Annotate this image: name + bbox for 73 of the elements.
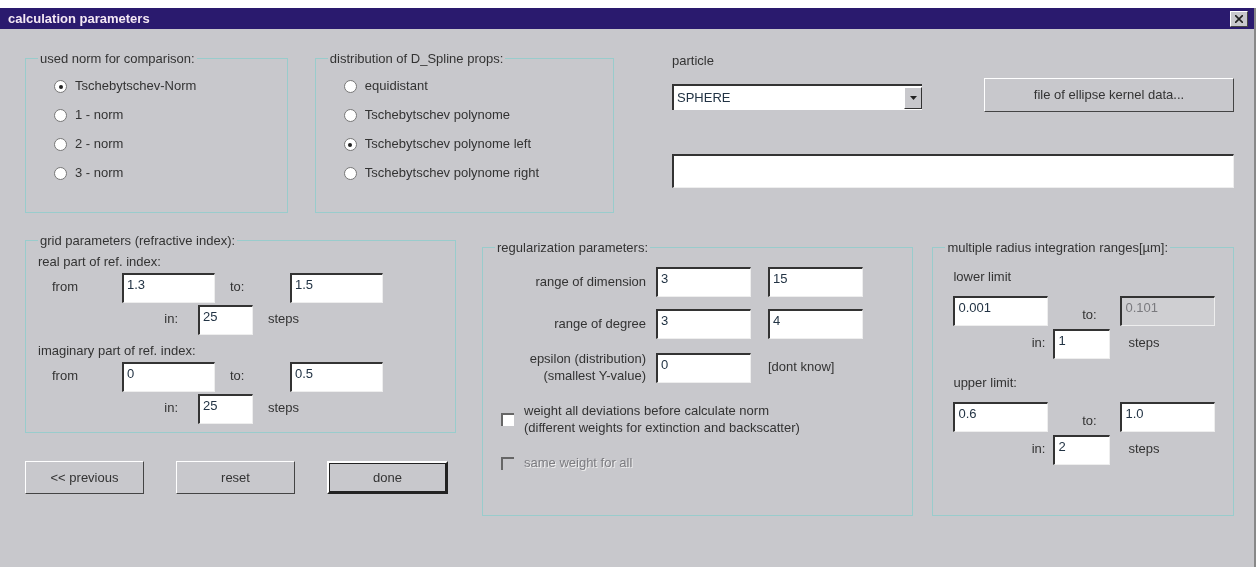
input-field[interactable]: 3: [656, 309, 751, 339]
dropdown[interactable]: SPHERE: [672, 83, 922, 110]
input-field[interactable]: 0.001: [953, 295, 1049, 326]
caret-icon: [909, 95, 917, 100]
input-field[interactable]: 2: [1053, 434, 1111, 465]
field-label: particle: [672, 53, 715, 70]
dialog-button[interactable]: << previous: [25, 461, 144, 494]
radio-button[interactable]: [54, 80, 67, 93]
input-field[interactable]: 25: [198, 304, 253, 335]
close-icon: [1235, 14, 1243, 23]
radio-button[interactable]: [343, 109, 357, 122]
radio-button[interactable]: [343, 80, 357, 93]
section-label: imaginary part of ref. index:: [38, 342, 197, 360]
field-label: steps: [1127, 335, 1161, 353]
group-title: regularization parameters:: [496, 240, 650, 255]
input-field[interactable]: 0: [122, 361, 215, 392]
field-label: in:: [1030, 335, 1047, 353]
field-label: steps: [268, 311, 301, 329]
option-label: Tschebytschev polynome: [364, 107, 511, 124]
radio-button[interactable]: [54, 109, 67, 122]
field-label: in:: [1030, 441, 1047, 459]
checkbox-label: weight all deviations before calculate norm (different weights for extinction and backscatter): [524, 402, 800, 437]
field-label: in:: [163, 400, 179, 418]
text-field[interactable]: [672, 153, 1234, 188]
input-field[interactable]: 0.5: [290, 361, 383, 392]
input-field[interactable]: 1.0: [1120, 401, 1216, 432]
input-field[interactable]: 1: [1053, 328, 1111, 359]
option-label: 2 - norm: [75, 136, 124, 153]
radio-button[interactable]: [54, 167, 67, 180]
option-label: 3 - norm: [75, 165, 124, 182]
field-label: to:: [229, 368, 246, 386]
dialog-button[interactable]: done: [327, 461, 448, 494]
group-title: used norm for comparison:: [39, 51, 196, 66]
input-field[interactable]: 1.5: [290, 272, 383, 303]
field-label: range of degree: [553, 315, 647, 333]
field-label: steps: [268, 400, 301, 418]
radio-button[interactable]: [343, 167, 357, 180]
window-title: calculation parameters: [8, 11, 150, 26]
file-button[interactable]: file of ellipse kernel data...: [984, 77, 1234, 112]
field-label: to:: [1081, 306, 1098, 325]
note-text: [dont know]: [768, 359, 836, 377]
checkbox[interactable]: [501, 413, 514, 427]
option-label: 1 - norm: [75, 107, 124, 124]
section-label: upper limit:: [953, 374, 1018, 392]
input-field[interactable]: 0: [656, 352, 751, 383]
field-label: from: [52, 368, 79, 386]
input-field[interactable]: 0.6: [953, 401, 1049, 432]
group-title: grid parameters (refractive index):: [39, 233, 237, 248]
section-label: real part of ref. index:: [38, 254, 162, 271]
input-field[interactable]: 25: [198, 393, 253, 424]
section-label: lower limit: [953, 269, 1013, 286]
close-button[interactable]: [1230, 10, 1248, 27]
field-label: in:: [163, 311, 179, 329]
dialog-button[interactable]: reset: [176, 461, 295, 494]
input-field[interactable]: 4: [768, 309, 863, 339]
field-label: steps: [1127, 441, 1161, 459]
input-field[interactable]: 15: [768, 267, 863, 297]
field-label: epsilon (distribution) (smallest Y-value): [528, 351, 647, 385]
group-title: multiple radius integration ranges[µm]:: [946, 240, 1170, 255]
field-label: to:: [1081, 412, 1098, 431]
field-label: from: [52, 279, 79, 297]
option-label: Tschebytschev-Norm: [75, 78, 197, 95]
group-title: distribution of D_Spline props:: [328, 51, 505, 66]
radio-button[interactable]: [54, 138, 67, 151]
checkbox-label: same weight for all: [524, 454, 633, 472]
field-label: to:: [229, 279, 246, 297]
field-label: range of dimension: [534, 273, 647, 291]
input-field[interactable]: 3: [656, 267, 751, 297]
option-label: equidistant: [364, 78, 428, 95]
option-label: Tschebytschev polynome right: [364, 165, 539, 182]
option-label: Tschebytschev polynome left: [364, 136, 532, 153]
input-field[interactable]: 1.3: [122, 272, 215, 303]
radio-button[interactable]: [343, 138, 357, 151]
